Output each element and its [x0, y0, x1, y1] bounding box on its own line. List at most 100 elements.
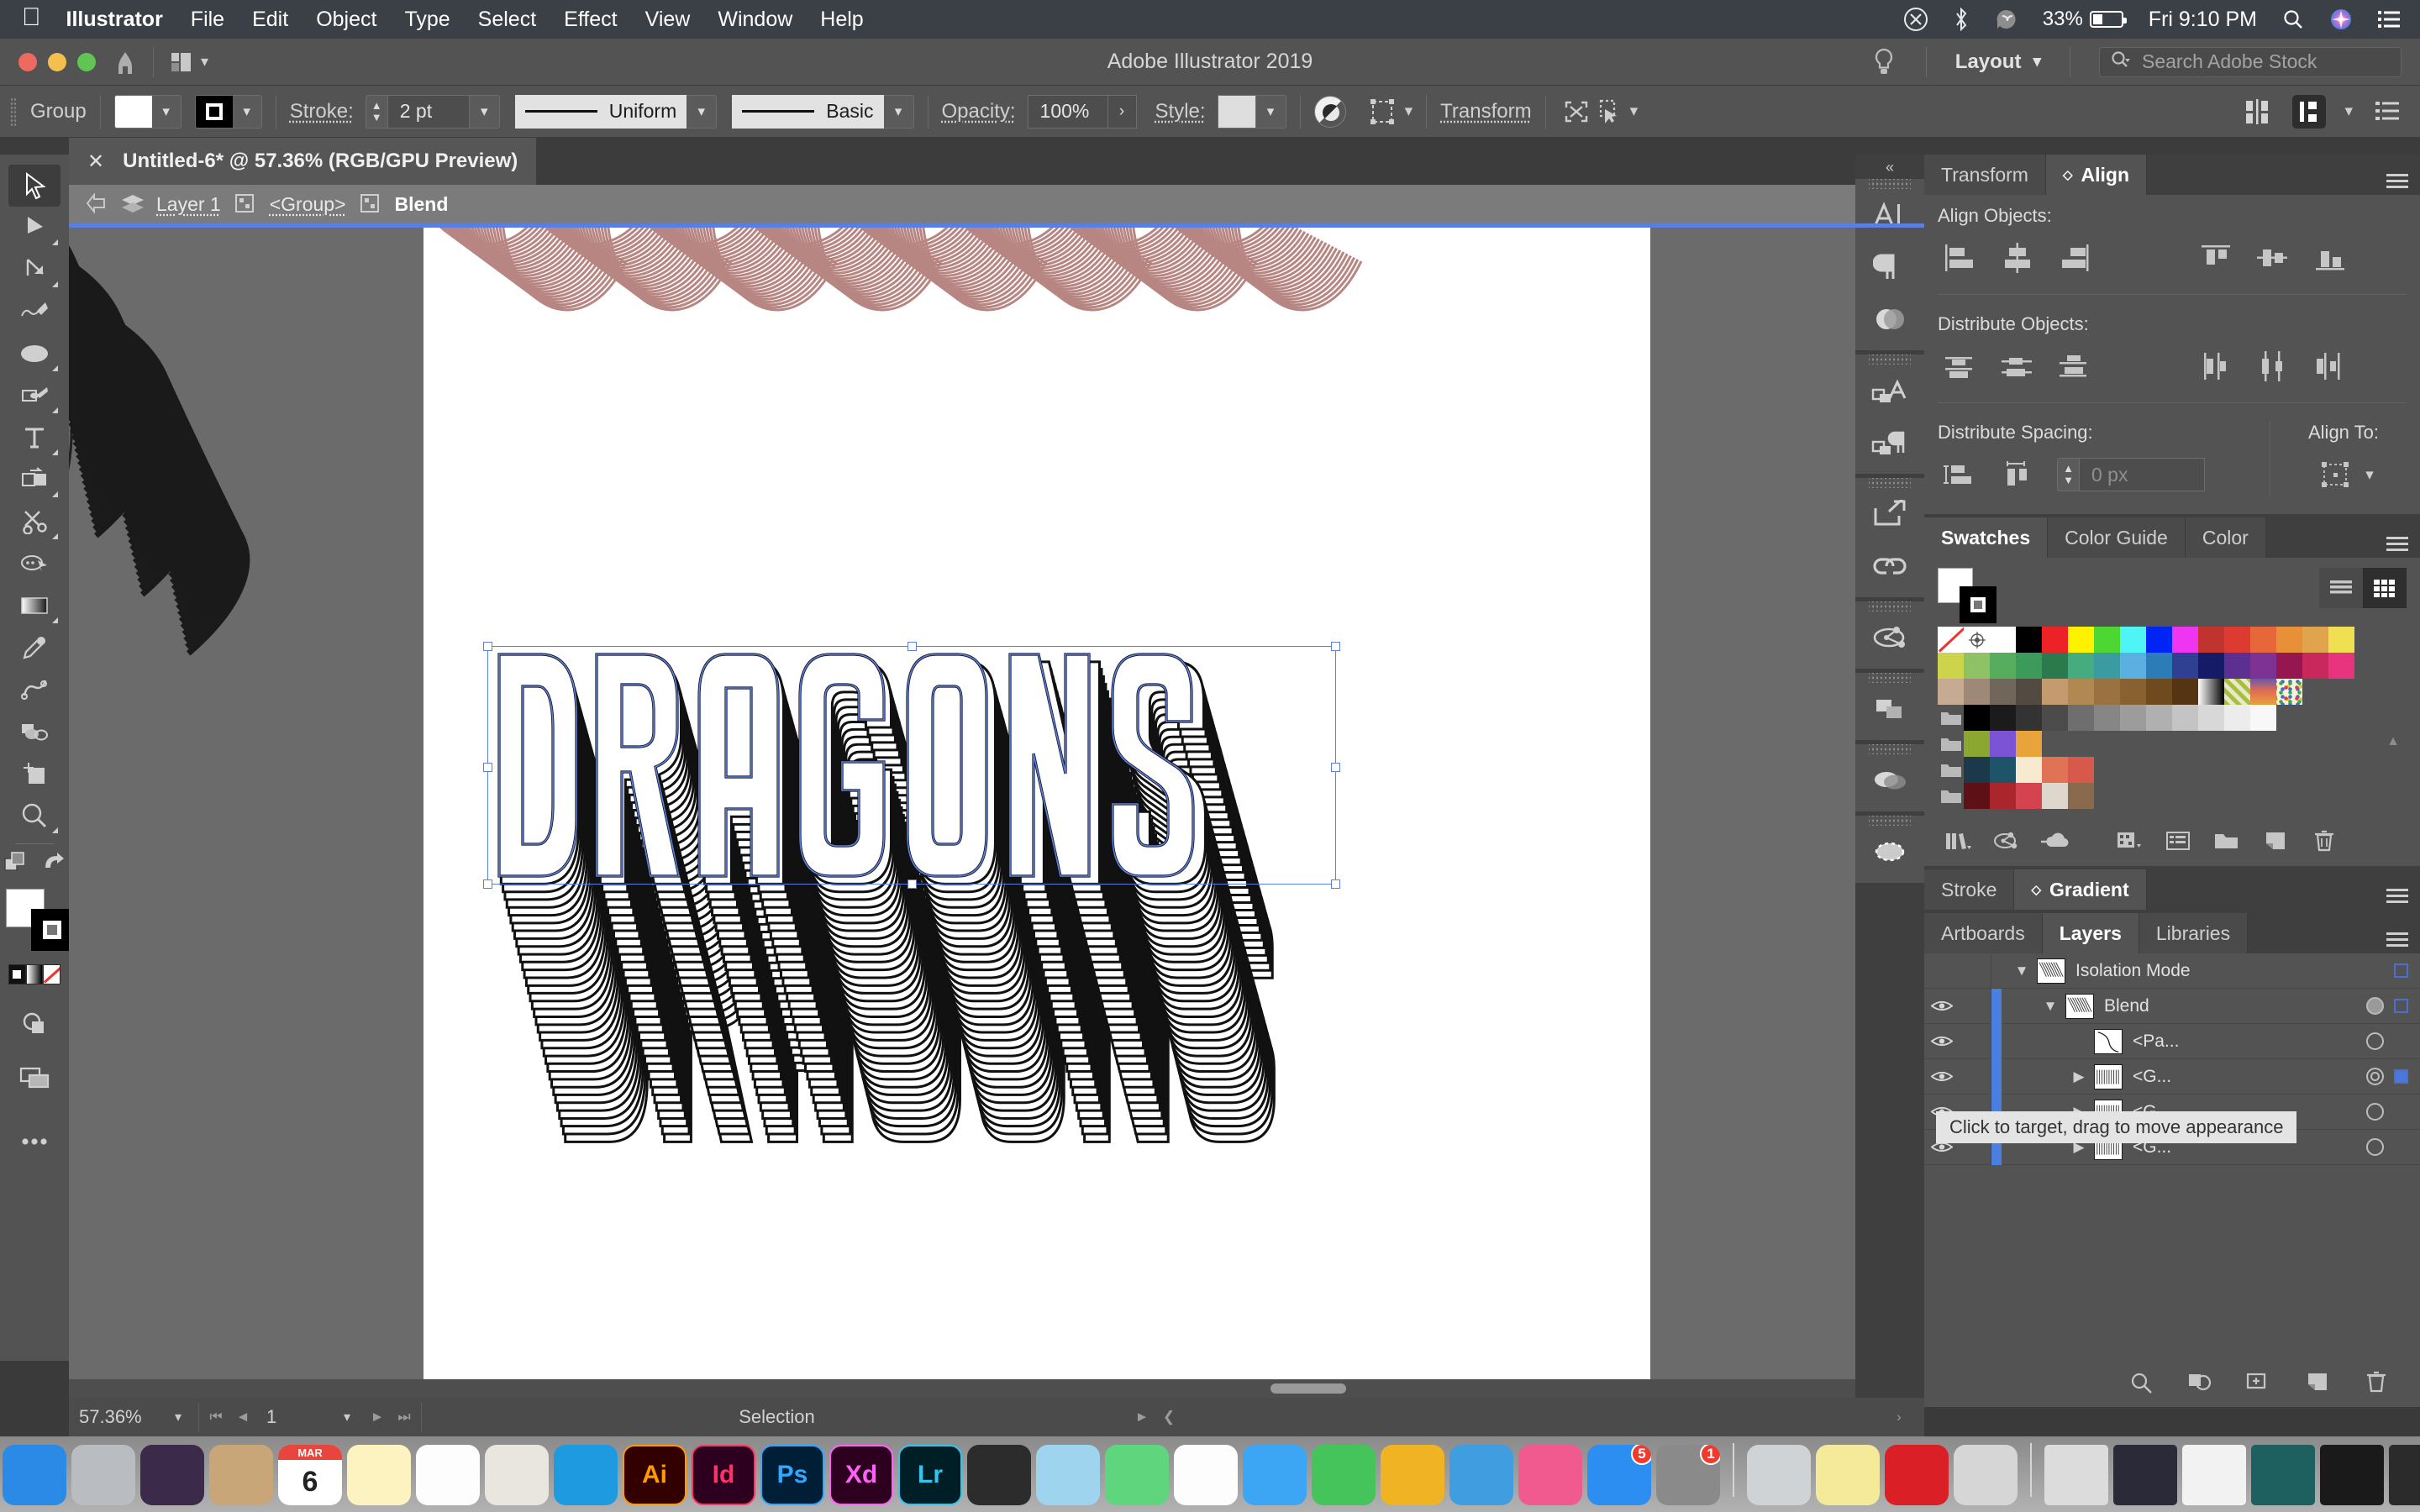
previous-artboard-icon[interactable]: ◄: [229, 1409, 256, 1425]
status-resize-icon[interactable]: ❮: [1155, 1409, 1182, 1425]
pen-tool[interactable]: [8, 249, 60, 291]
chevron-down-icon[interactable]: ▾: [151, 95, 181, 128]
select-similar-objects-icon[interactable]: [1593, 95, 1627, 129]
dock-item-contacts[interactable]: [209, 1445, 273, 1505]
swatch-color[interactable]: [1990, 783, 2016, 809]
chevron-down-icon[interactable]: ▼: [2007, 963, 2037, 979]
chevron-down-icon[interactable]: ▾: [687, 94, 718, 129]
panel-grip[interactable]: [1869, 179, 1911, 189]
opacity-value[interactable]: 100%: [1027, 94, 1108, 129]
swatch-none[interactable]: [1938, 627, 1964, 653]
spotlight-search-icon[interactable]: [2282, 8, 2304, 30]
swatch-options-icon[interactable]: [2156, 824, 2200, 858]
swatch-color[interactable]: [2016, 705, 2042, 731]
layer-lock-toggle[interactable]: [1960, 1023, 1991, 1059]
isolate-selected-object-icon[interactable]: [1560, 95, 1593, 129]
chevron-down-icon[interactable]: ▾: [2344, 102, 2353, 121]
zoom-level-field[interactable]: 57.36%: [69, 1406, 161, 1428]
swatch-group-folder-icon[interactable]: [1938, 783, 1964, 809]
swatch-color[interactable]: [2146, 679, 2172, 705]
swatch-color[interactable]: [2224, 705, 2250, 731]
tab-gradient[interactable]: ◇ Gradient: [2014, 869, 2147, 910]
panel-stroke-swatch[interactable]: [1960, 586, 1996, 623]
color-group-link-icon[interactable]: [1985, 824, 2028, 858]
tab-align[interactable]: ◇ Align: [2045, 155, 2147, 195]
paragraph-panel-icon[interactable]: [1860, 241, 1920, 293]
dock-item-notes[interactable]: [347, 1445, 411, 1505]
style-label[interactable]: Style:: [1155, 100, 1206, 123]
default-fill-stroke-icon[interactable]: [40, 851, 66, 879]
graphic-style-swatch[interactable]: [1217, 94, 1256, 129]
panel-menu-icon[interactable]: [2375, 913, 2420, 953]
layer-row[interactable]: ▶ <G...: [1924, 1058, 2420, 1095]
swatch-color[interactable]: [2120, 653, 2146, 679]
swatch-color[interactable]: [2068, 705, 2094, 731]
dock-item-system-preferences[interactable]: 1: [1656, 1445, 1720, 1505]
swatch-color[interactable]: [2276, 653, 2302, 679]
dock-item-creative-cloud[interactable]: [1885, 1445, 1949, 1505]
dock-item-lightroom[interactable]: Lr: [898, 1445, 962, 1505]
chevron-down-icon[interactable]: ▾: [1405, 102, 1413, 121]
chevron-down-icon[interactable]: ▾: [1255, 94, 1286, 129]
dock-item-photos[interactable]: [1174, 1445, 1238, 1505]
dock-item-figma[interactable]: [967, 1445, 1031, 1505]
swatch-color[interactable]: [2250, 653, 2276, 679]
dock-item-maps[interactable]: [485, 1445, 549, 1505]
layer-row[interactable]: ▼ Isolation Mode: [1924, 953, 2420, 989]
new-color-group-icon[interactable]: [2205, 824, 2249, 858]
fill-color-button[interactable]: ▾: [113, 94, 182, 129]
swatch-color[interactable]: [2042, 783, 2068, 809]
control-bar-options-icon[interactable]: [2371, 95, 2405, 129]
swatch-color[interactable]: [2068, 783, 2094, 809]
create-new-layer-icon[interactable]: [2296, 1365, 2339, 1399]
swatch-gradient-white-black[interactable]: [2198, 679, 2224, 705]
swatch-color[interactable]: [1990, 705, 2016, 731]
menu-type[interactable]: Type: [404, 8, 450, 32]
swatch-color[interactable]: [1990, 653, 2016, 679]
swatch-color[interactable]: [2172, 653, 2198, 679]
fill-stroke-indicator[interactable]: [3, 887, 73, 951]
layer-row[interactable]: <Pa...: [1924, 1023, 2420, 1059]
paintbrush-tool[interactable]: [8, 375, 60, 417]
arrange-documents-icon[interactable]: ▾: [171, 51, 208, 73]
delete-swatch-icon[interactable]: [2302, 824, 2346, 858]
layer-name[interactable]: Isolation Mode: [2075, 961, 2191, 981]
distribute-left-edges-button[interactable]: [2193, 344, 2238, 389]
dock-item-facetime[interactable]: [1312, 1445, 1376, 1505]
align-icon[interactable]: [2240, 95, 2274, 129]
swatch-color[interactable]: [2068, 757, 2094, 783]
tab-libraries[interactable]: Libraries: [2139, 913, 2249, 953]
home-icon[interactable]: [114, 51, 136, 74]
menu-help[interactable]: Help: [820, 8, 863, 32]
swatch-color[interactable]: [2172, 679, 2198, 705]
control-bar-grip[interactable]: [10, 97, 17, 126]
direct-selection-tool[interactable]: [8, 207, 60, 249]
panel-menu-icon[interactable]: [2375, 155, 2420, 195]
recolor-artwork-icon[interactable]: [1313, 95, 1346, 128]
dock-item-indesign[interactable]: Id: [692, 1445, 755, 1505]
swatch-color[interactable]: [1990, 679, 2016, 705]
paragraph-styles-icon[interactable]: [1860, 417, 1920, 469]
dock-item-xd[interactable]: Xd: [829, 1445, 893, 1505]
menu-view[interactable]: View: [645, 8, 691, 32]
swatch-libraries-icon[interactable]: [1936, 824, 1980, 858]
swatch-gradient-sunset[interactable]: [2250, 679, 2276, 705]
menu-object[interactable]: Object: [316, 8, 376, 32]
dock-item-photoshop[interactable]: Ps: [760, 1445, 824, 1505]
stroke-profile-select[interactable]: Uniform: [514, 94, 687, 129]
add-to-cc-library-icon[interactable]: [2033, 824, 2077, 858]
align-top-edges-button[interactable]: [2193, 235, 2238, 281]
dock-item-window-6[interactable]: [2389, 1445, 2420, 1505]
stroke-weight-value[interactable]: 2 pt: [387, 94, 470, 129]
dock-item-keynote[interactable]: [1449, 1445, 1513, 1505]
swatch-color[interactable]: [1990, 627, 2016, 653]
distribute-icon[interactable]: [2292, 94, 2327, 129]
transparency-panel-icon[interactable]: [1860, 754, 1920, 806]
bluetooth-icon[interactable]: [1954, 8, 1969, 31]
close-tab-icon[interactable]: ✕: [87, 150, 104, 174]
menu-illustrator[interactable]: Illustrator: [66, 8, 163, 32]
ellipse-tool[interactable]: [8, 333, 60, 375]
align-to-selection-icon[interactable]: [2313, 452, 2359, 497]
tab-artboards[interactable]: Artboards: [1924, 913, 2043, 953]
layer-selection-indicator[interactable]: [2394, 963, 2408, 978]
